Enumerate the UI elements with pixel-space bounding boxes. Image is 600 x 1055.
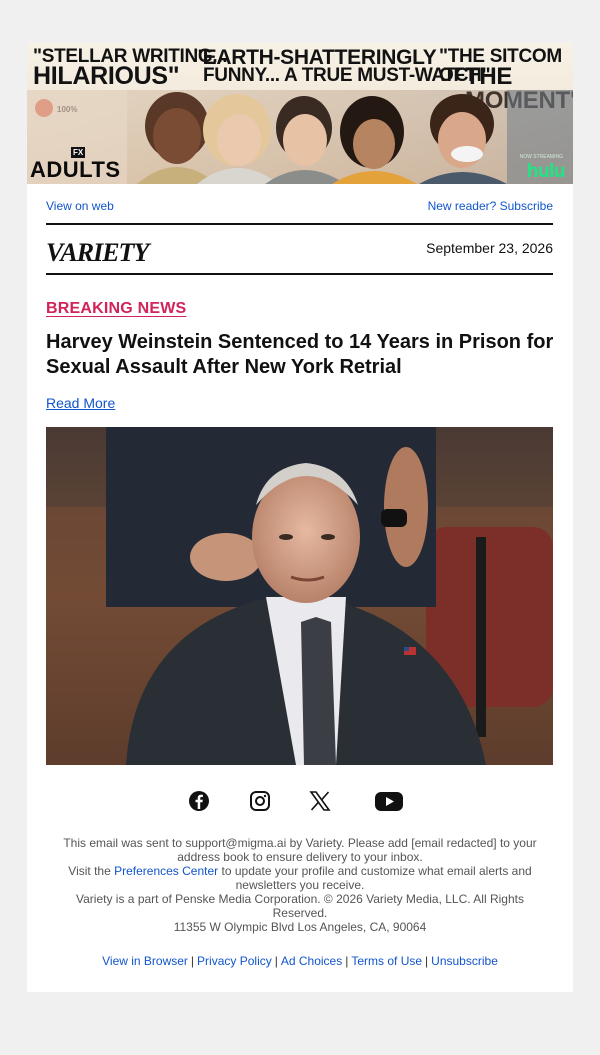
view-on-web-link[interactable]: View on web (46, 199, 114, 213)
unsubscribe-link[interactable]: Unsubscribe (431, 954, 498, 968)
facebook-icon[interactable] (187, 789, 211, 813)
terms-of-use-link[interactable]: Terms of Use (351, 954, 422, 968)
footer-preferences: Visit the Preferences Center to update y… (57, 864, 543, 892)
separator: | (274, 954, 278, 968)
instagram-icon[interactable] (248, 789, 272, 813)
bottom-links: View in Browser | Privacy Policy | Ad Choice… (27, 954, 573, 968)
separator: | (345, 954, 349, 968)
read-more-link[interactable]: Read More (46, 395, 115, 411)
footer: This email was sent to support@migma.ai … (57, 836, 543, 934)
youtube-icon[interactable] (374, 789, 404, 813)
masthead-top-divider (46, 223, 553, 225)
ad-choices-link[interactable]: Ad Choices (281, 954, 342, 968)
banner-quote-1-emphasis: HILARIOUS" (33, 62, 180, 90)
issue-date: September 23, 2026 (426, 240, 553, 256)
breaking-news-kicker: BREAKING NEWS (46, 300, 187, 317)
courtroom-photo (46, 427, 553, 765)
adults-hulu-banner-ad[interactable]: "STELLAR WRITING... HILARIOUS" "EARTH-SH… (27, 43, 573, 184)
footer-copyright: Variety is a part of Penske Media Corpor… (76, 892, 524, 920)
view-in-browser-link[interactable]: View in Browser (102, 954, 188, 968)
article-headline[interactable]: Harvey Weinstein Sentenced to 14 Years i… (46, 330, 558, 380)
separator: | (190, 954, 195, 968)
footer-visit-suffix: to update your profile and customize wha… (218, 864, 532, 892)
subscribe-link[interactable]: New reader? Subscribe (428, 199, 553, 213)
footer-visit-prefix: Visit the (68, 864, 115, 878)
now-streaming-label: NOW STREAMING (519, 154, 563, 160)
privacy-policy-link[interactable]: Privacy Policy (197, 954, 272, 968)
footer-address: 11355 W Olympic Blvd Los Angeles, CA, 90… (173, 920, 427, 934)
masthead-bottom-divider (46, 273, 553, 275)
x-icon[interactable] (308, 789, 332, 813)
footer-sent-to: This email was sent to support@migma.ai … (63, 836, 537, 864)
preferences-center-link[interactable]: Preferences Center (114, 864, 218, 878)
article-photo[interactable] (46, 427, 553, 765)
variety-logo[interactable]: VARIETY (46, 238, 149, 268)
separator: | (425, 954, 429, 968)
hulu-logo: hulu (526, 161, 566, 182)
show-title: ADULTS (30, 157, 121, 182)
email-card: "STELLAR WRITING... HILARIOUS" "EARTH-SH… (27, 43, 573, 992)
social-links (27, 789, 573, 813)
